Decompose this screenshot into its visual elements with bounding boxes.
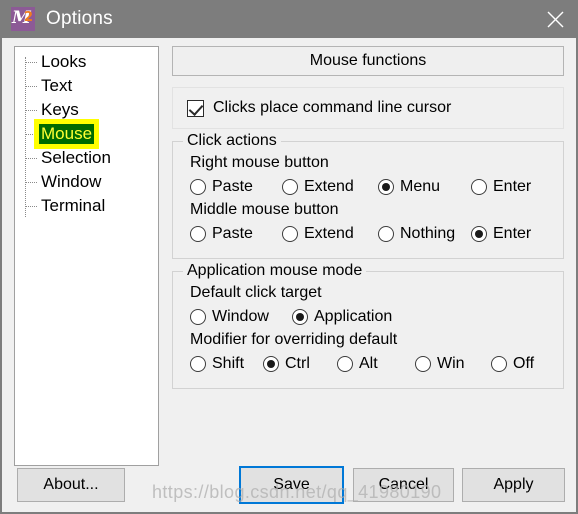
clicks-place-cursor-checkbox[interactable]	[187, 99, 204, 117]
radio-option-label: Menu	[400, 177, 441, 195]
sidebar-item-label: Keys	[41, 100, 79, 119]
radio-option-application[interactable]: Application	[292, 308, 392, 326]
radio-option-label: Ctrl	[285, 354, 310, 372]
radio-option-right-paste[interactable]: Paste	[190, 178, 282, 196]
radio-icon[interactable]	[471, 225, 487, 242]
radio-option-win[interactable]: Win	[415, 355, 491, 373]
radio-icon[interactable]	[378, 225, 394, 242]
radio-option-right-menu[interactable]: Menu	[378, 178, 471, 196]
app-logo-digit: 2	[23, 10, 33, 25]
cancel-button[interactable]: Cancel	[353, 468, 454, 502]
settings-pane: Mouse functions Clicks place command lin…	[172, 46, 564, 389]
sidebar-item-label: Selection	[41, 148, 111, 167]
sidebar-item-label: Terminal	[41, 196, 106, 215]
modifier-override-options: Shift Ctrl Alt Win Off	[173, 350, 563, 377]
sidebar-item-keys[interactable]: Keys	[15, 98, 158, 122]
close-icon	[547, 11, 563, 27]
window-title: Options	[46, 8, 113, 29]
radio-option-label: Extend	[304, 224, 354, 242]
radio-option-window[interactable]: Window	[190, 308, 292, 326]
middle-mouse-button-options: Paste Extend Nothing Enter	[173, 220, 563, 247]
radio-icon[interactable]	[190, 225, 206, 242]
mouse-functions-label: Mouse functions	[309, 52, 427, 69]
radio-option-label: Enter	[493, 177, 532, 195]
radio-option-ctrl[interactable]: Ctrl	[263, 355, 337, 373]
radio-option-label: Paste	[212, 224, 253, 242]
radio-option-label: Window	[212, 307, 269, 325]
radio-icon[interactable]	[190, 178, 206, 195]
radio-option-alt[interactable]: Alt	[337, 355, 415, 373]
tree-branch-icon	[25, 181, 37, 183]
radio-option-middle-paste[interactable]: Paste	[190, 225, 282, 243]
right-mouse-button-options: Paste Extend Menu Enter	[173, 173, 563, 200]
radio-icon[interactable]	[190, 355, 206, 372]
sidebar-item-terminal[interactable]: Terminal	[15, 194, 158, 218]
app-logo-icon: M 2	[11, 7, 35, 31]
radio-option-label: Extend	[304, 177, 354, 195]
radio-option-right-enter[interactable]: Enter	[471, 178, 531, 196]
right-mouse-button-label: Right mouse button	[190, 154, 329, 171]
radio-option-shift[interactable]: Shift	[190, 355, 263, 373]
radio-icon[interactable]	[378, 178, 394, 195]
application-mouse-mode-title: Application mouse mode	[183, 262, 367, 280]
default-click-target-label: Default click target	[190, 284, 322, 301]
radio-option-label: Enter	[493, 224, 532, 242]
dialog-footer: About... Save Cancel Apply https://blog.…	[2, 460, 576, 512]
radio-icon[interactable]	[282, 178, 298, 195]
sidebar-item-label: Mouse	[39, 124, 95, 144]
radio-option-label: Nothing	[400, 224, 456, 242]
options-dialog: M 2 Options Looks Text Keys Mouse Select…	[0, 0, 578, 514]
click-actions-title: Click actions	[183, 132, 281, 150]
clicks-place-cursor-label: Clicks place command line cursor	[213, 99, 452, 116]
tree-branch-icon	[25, 61, 37, 63]
radio-icon[interactable]	[471, 178, 487, 195]
tree-branch-icon	[25, 133, 37, 135]
sidebar-item-window[interactable]: Window	[15, 170, 158, 194]
radio-option-middle-extend[interactable]: Extend	[282, 225, 378, 243]
radio-option-middle-nothing[interactable]: Nothing	[378, 225, 471, 243]
clicks-place-cursor-row[interactable]: Clicks place command line cursor	[172, 87, 564, 129]
sidebar-item-selection[interactable]: Selection	[15, 146, 158, 170]
radio-option-label: Application	[314, 307, 393, 325]
radio-icon[interactable]	[282, 225, 298, 242]
click-actions-group: Click actions Right mouse button Paste E…	[172, 132, 564, 259]
title-bar: M 2 Options	[0, 0, 578, 38]
radio-option-label: Shift	[212, 354, 245, 372]
sidebar-item-looks[interactable]: Looks	[15, 50, 158, 74]
dialog-content: Looks Text Keys Mouse Selection Window T…	[2, 38, 576, 512]
category-tree: Looks Text Keys Mouse Selection Window T…	[15, 47, 158, 218]
category-tree-panel[interactable]: Looks Text Keys Mouse Selection Window T…	[14, 46, 159, 466]
sidebar-item-label: Text	[41, 76, 73, 95]
radio-option-label: Off	[513, 354, 535, 372]
radio-option-label: Paste	[212, 177, 253, 195]
apply-button[interactable]: Apply	[462, 468, 565, 502]
radio-option-middle-enter[interactable]: Enter	[471, 225, 531, 243]
radio-icon[interactable]	[292, 308, 308, 325]
sidebar-item-label: Looks	[41, 52, 87, 71]
radio-icon[interactable]	[415, 355, 431, 372]
tree-branch-icon	[25, 109, 37, 111]
radio-option-right-extend[interactable]: Extend	[282, 178, 378, 196]
tree-branch-icon	[25, 205, 37, 207]
middle-mouse-button-label: Middle mouse button	[190, 201, 339, 218]
radio-icon[interactable]	[337, 355, 353, 372]
about-button[interactable]: About...	[17, 468, 125, 502]
tree-branch-icon	[25, 157, 37, 159]
radio-icon[interactable]	[263, 355, 279, 372]
mouse-functions-header-button[interactable]: Mouse functions	[172, 46, 564, 76]
radio-icon[interactable]	[190, 308, 206, 325]
default-click-target-options: Window Application	[173, 303, 563, 330]
modifier-override-label: Modifier for overriding default	[190, 331, 398, 348]
radio-icon[interactable]	[491, 355, 507, 372]
application-mouse-mode-group: Application mouse mode Default click tar…	[172, 262, 564, 389]
tree-branch-icon	[25, 85, 37, 87]
close-button[interactable]	[532, 0, 578, 38]
save-button[interactable]: Save	[239, 466, 344, 504]
sidebar-item-mouse[interactable]: Mouse	[15, 122, 158, 146]
sidebar-item-label: Window	[41, 172, 102, 191]
radio-option-label: Win	[437, 354, 465, 372]
radio-option-label: Alt	[359, 354, 378, 372]
radio-option-off[interactable]: Off	[491, 355, 534, 373]
sidebar-item-text[interactable]: Text	[15, 74, 158, 98]
